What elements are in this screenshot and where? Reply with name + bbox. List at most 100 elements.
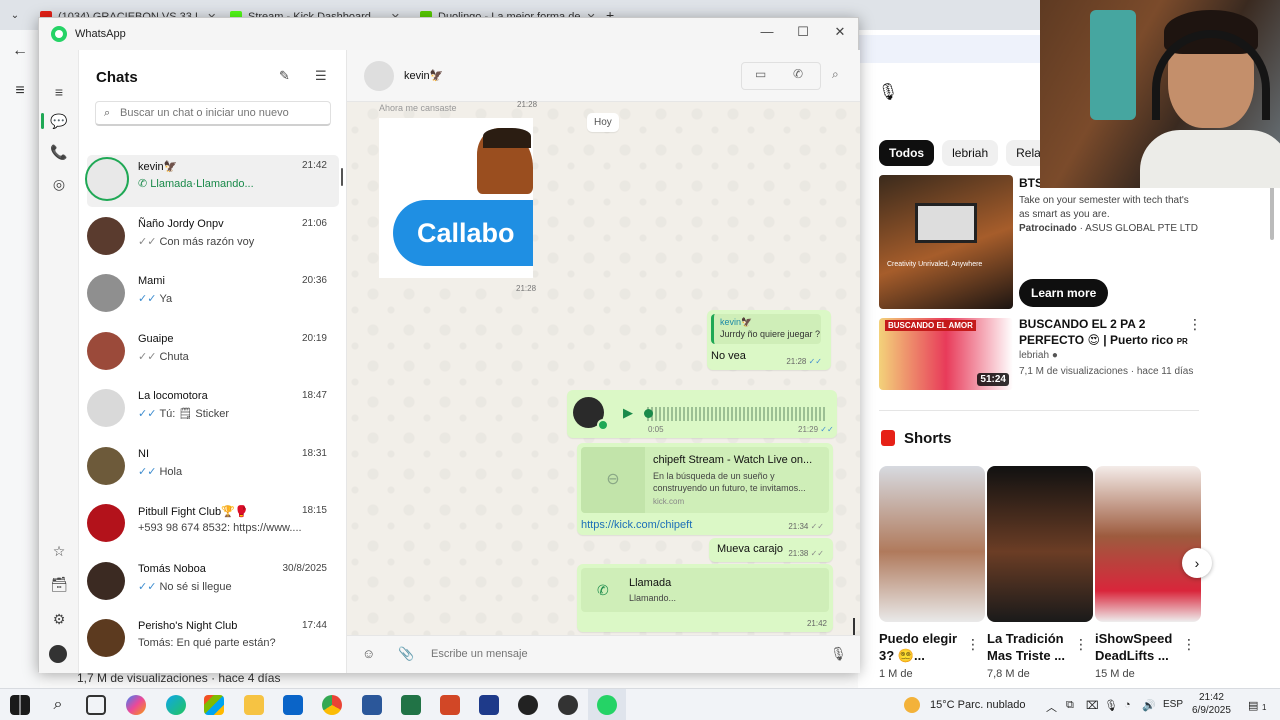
- chat-list-item[interactable]: Guaipe 20:19 ✓✓ Chuta: [87, 328, 339, 380]
- visual-studio-icon[interactable]: [479, 695, 499, 715]
- play-icon[interactable]: ▶: [623, 405, 633, 421]
- minimize-icon[interactable]: —: [757, 24, 777, 39]
- maximize-icon[interactable]: ☐: [793, 24, 813, 40]
- profile-avatar[interactable]: [49, 645, 67, 663]
- back-arrow-icon[interactable]: ←: [10, 42, 30, 62]
- conversation-header[interactable]: kevin🦅 ▭ ✆ ⌕: [347, 50, 860, 102]
- chat-list-item[interactable]: Tomás Noboa 30/8/2025 ✓✓ No sé si llegue: [87, 558, 339, 610]
- scrollbar-thumb[interactable]: [1270, 180, 1274, 240]
- close-icon[interactable]: ✕: [830, 24, 850, 40]
- archive-icon[interactable]: 🗃: [49, 574, 69, 594]
- learn-more-button[interactable]: Learn more: [1019, 279, 1109, 307]
- settings-gear-icon[interactable]: ⚙: [49, 609, 69, 629]
- link-preview[interactable]: ⊖ chipeft Stream - Watch Live on... En l…: [581, 447, 829, 513]
- calls-icon[interactable]: 📞: [49, 142, 69, 162]
- short-thumbnail[interactable]: [987, 466, 1093, 622]
- word-icon[interactable]: [362, 695, 382, 715]
- emoji-icon[interactable]: ☺: [362, 646, 375, 661]
- contact-avatar[interactable]: [364, 61, 394, 91]
- chat-avatar[interactable]: [87, 216, 125, 255]
- next-chevron-icon[interactable]: ›: [1182, 548, 1212, 578]
- obs-icon[interactable]: [558, 695, 578, 715]
- sticker-message[interactable]: Callabo: [379, 118, 533, 278]
- chat-avatar[interactable]: [87, 561, 125, 600]
- tray-app-icon[interactable]: ⧉: [1066, 699, 1074, 712]
- chat-list-item[interactable]: Perisho's Night Club 17:44 Tomás: En qué p…: [87, 615, 339, 667]
- text-message[interactable]: Mueva carajo 21:38 ✓✓: [709, 538, 833, 562]
- capcut-icon[interactable]: [518, 695, 538, 715]
- call-message[interactable]: ✆ Llamada Llamando... 21:42: [577, 564, 833, 632]
- voice-waveform[interactable]: [647, 407, 827, 421]
- tab-list-button[interactable]: ⌄: [0, 10, 30, 21]
- volume-icon[interactable]: 🔊: [1142, 699, 1156, 712]
- video-thumbnail[interactable]: BUSCANDO EL AMOR 51:24: [879, 318, 1013, 390]
- new-chat-icon[interactable]: ✎: [279, 68, 290, 84]
- search-icon[interactable]: ⌕: [832, 67, 839, 82]
- wifi-icon[interactable]: ◔: [1124, 699, 1131, 711]
- microphone-icon[interactable]: 🎙: [830, 646, 847, 662]
- message-input[interactable]: [431, 643, 811, 665]
- contact-name[interactable]: kevin🦅: [404, 69, 443, 82]
- chat-list-item[interactable]: kevin🦅 21:42 ✆ Llamada·Llamando...: [85, 155, 339, 207]
- copilot-icon[interactable]: [126, 695, 146, 715]
- reply-message[interactable]: kevin🦅 Jurrdy ño quiere juegar ? No vea …: [707, 310, 831, 370]
- edge-icon[interactable]: [166, 695, 186, 715]
- chat-avatar[interactable]: [87, 331, 125, 370]
- status-icon[interactable]: ◎: [49, 174, 69, 194]
- tray-chevron-icon[interactable]: ︿: [1046, 699, 1057, 715]
- scrollbar-thumb[interactable]: [341, 168, 343, 186]
- chats-icon[interactable]: 💬: [49, 111, 69, 131]
- chat-list-item[interactable]: Ñaño Jordy Onpv 21:06 ✓✓ Con más razón voy: [87, 213, 339, 265]
- short-title[interactable]: La Tradición Mas Triste ...: [987, 630, 1083, 664]
- clock[interactable]: 21:42 6/9/2025: [1192, 691, 1231, 717]
- chat-list-item[interactable]: La locomotora 18:47 ✓✓ Tú: 🗒 Sticker: [87, 385, 339, 437]
- file-explorer-icon[interactable]: [244, 695, 264, 715]
- attach-clip-icon[interactable]: 📎: [398, 646, 414, 662]
- tray-app-icon[interactable]: ⌧: [1086, 699, 1099, 712]
- more-options-icon[interactable]: ⋮: [1182, 636, 1196, 653]
- microphone-icon[interactable]: 🎙: [876, 82, 900, 106]
- chip-todos[interactable]: Todos: [879, 140, 935, 166]
- outlook-icon[interactable]: [283, 695, 303, 715]
- microphone-icon[interactable]: 🎙: [1104, 699, 1118, 712]
- video-title[interactable]: BUSCANDO EL 2 PA 2 PERFECTO 😍 | Puerto r…: [1019, 316, 1189, 350]
- chat-avatar[interactable]: [87, 389, 125, 427]
- hamburger-menu-icon[interactable]: ≡: [10, 82, 30, 102]
- powerpoint-icon[interactable]: [440, 695, 460, 715]
- weather-text[interactable]: 15°C Parc. nublado: [930, 699, 1026, 711]
- chat-list-item[interactable]: Pitbull Fight Club🏆🥊 18:15 +593 98 674 853…: [87, 500, 339, 552]
- search-input[interactable]: [120, 107, 320, 119]
- language-indicator[interactable]: ESP: [1163, 699, 1183, 710]
- filter-icon[interactable]: ☰: [315, 68, 327, 84]
- link-url[interactable]: https://kick.com/chipeft: [581, 519, 692, 531]
- search-box[interactable]: ⌕: [95, 101, 331, 126]
- video-call-icon[interactable]: ▭: [755, 67, 766, 81]
- youtube-search-bar[interactable]: [858, 35, 1040, 63]
- store-icon[interactable]: [204, 695, 224, 715]
- more-options-icon[interactable]: ⋮: [1074, 636, 1088, 653]
- ad-thumbnail[interactable]: Creativity Unrivaled, Anywhere: [879, 175, 1013, 309]
- chat-list-item[interactable]: NI 18:31 ✓✓ Hola: [87, 443, 339, 495]
- search-icon[interactable]: ⌕: [48, 695, 68, 715]
- chat-avatar[interactable]: [87, 446, 125, 485]
- windows-start-icon[interactable]: [10, 695, 30, 715]
- link-message[interactable]: ⊖ chipeft Stream - Watch Live on... En l…: [577, 443, 833, 535]
- voice-call-icon[interactable]: ✆: [793, 67, 803, 81]
- whatsapp-taskbar-icon[interactable]: [597, 695, 617, 715]
- call-card[interactable]: ✆ Llamada Llamando...: [581, 568, 829, 612]
- quoted-message[interactable]: kevin🦅 Jurrdy ño quiere juegar ?: [711, 314, 821, 344]
- short-thumbnail[interactable]: [879, 466, 985, 622]
- excel-icon[interactable]: [401, 695, 421, 715]
- short-thumbnail[interactable]: [1095, 466, 1201, 622]
- chat-avatar[interactable]: [87, 504, 125, 542]
- task-view-icon[interactable]: [86, 695, 106, 715]
- chrome-icon[interactable]: [322, 695, 342, 715]
- more-options-icon[interactable]: ⋮: [1188, 316, 1202, 333]
- window-titlebar[interactable]: WhatsApp — ☐ ✕: [39, 18, 858, 50]
- chat-list-item[interactable]: Mami 20:36 ✓✓ Ya: [87, 270, 339, 322]
- chip-lebriah[interactable]: lebriah: [942, 140, 999, 166]
- chat-avatar[interactable]: [87, 274, 125, 312]
- chat-avatar[interactable]: [85, 157, 129, 201]
- starred-icon[interactable]: ☆: [49, 541, 69, 561]
- weather-cloud-icon[interactable]: [904, 697, 920, 713]
